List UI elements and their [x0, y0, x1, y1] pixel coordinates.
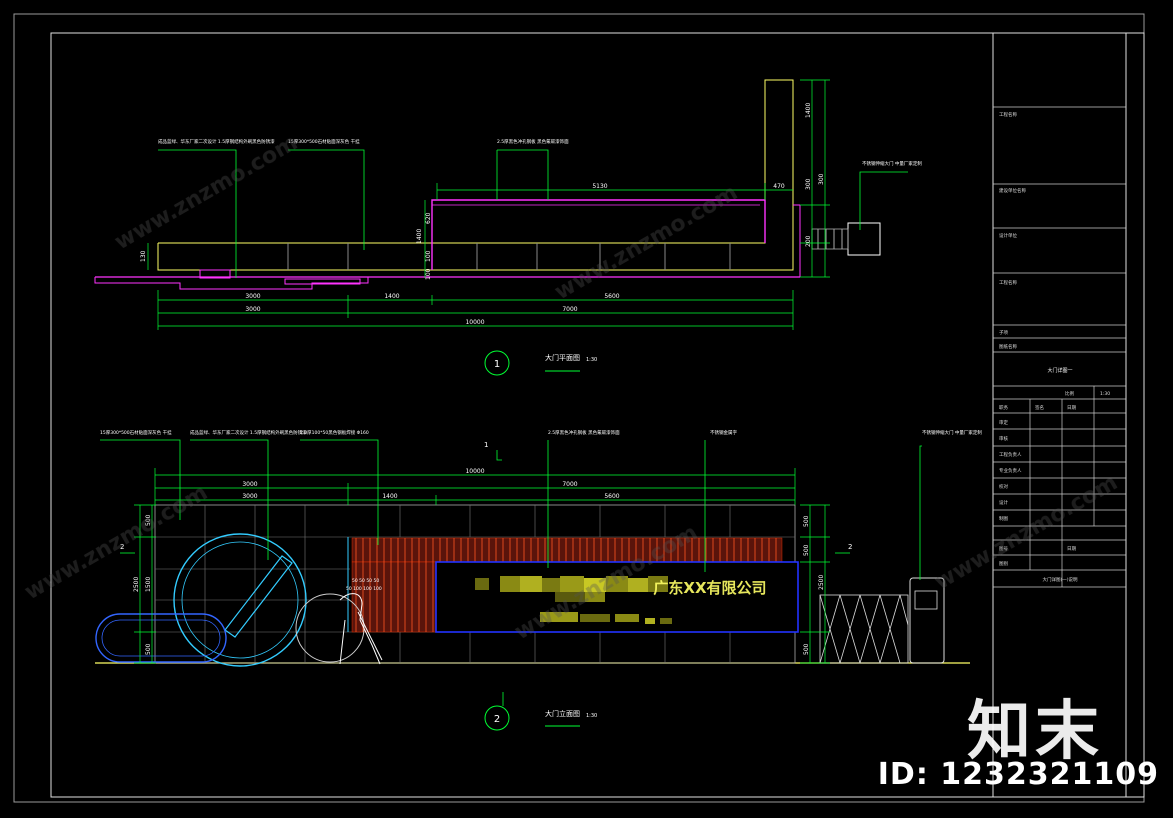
plan-dim-text: 200: [805, 235, 812, 247]
elev-dim-text: 2500: [818, 575, 825, 590]
plan-dim-text: 10000: [465, 319, 484, 326]
plan-gate-post: [847, 222, 881, 256]
tb-meta: 比例: [1065, 390, 1074, 397]
plan-dim-text: 620: [425, 212, 432, 224]
plan-dim-text: 3000: [245, 293, 260, 300]
svg-text:www.znzmo.com: www.znzmo.com: [931, 470, 1122, 595]
tb-sign-row: 审核: [999, 435, 1008, 442]
elev-dims-right: [800, 504, 830, 664]
elev-dim-text: 1500: [145, 577, 152, 592]
elev-dim-text: 500: [803, 544, 810, 556]
plan-dim-text: 1400: [416, 229, 423, 244]
tb-row: 工程名称: [999, 111, 1017, 118]
elev-dim-text: 500: [803, 515, 810, 527]
elev-dim-text: 1400: [382, 493, 397, 500]
plan-dim-text: 100: [425, 268, 432, 280]
plan-leader-right: [859, 171, 908, 230]
plan-number: 1: [494, 359, 500, 370]
tb-meta: 日期: [1067, 546, 1076, 552]
watermark-id: ID: 1232321109: [877, 757, 1159, 792]
elev-title: 大门立面图: [545, 709, 580, 718]
plan-dim-text: 130: [140, 250, 147, 262]
tb-sign-row: 设计: [999, 499, 1008, 506]
plan-dim-text: 100: [425, 250, 432, 262]
elev-label: 不锈钢金属字: [710, 429, 737, 436]
plan-dim-text: 470: [773, 183, 785, 190]
elev-gate: [819, 594, 909, 664]
tb-col: 签名: [1035, 404, 1044, 411]
tb-sign-row: 审定: [999, 419, 1008, 426]
tb-col: 职务: [999, 404, 1008, 411]
tb-sign-row: 校对: [999, 483, 1008, 490]
elev-dim-text: 3000: [242, 481, 257, 488]
tb-meta: 1:30: [1100, 391, 1110, 397]
plan-dim-text: 1400: [805, 103, 812, 118]
plan-leader-wall: [288, 149, 365, 250]
tb-row: 子项: [999, 329, 1008, 336]
elev-number: 2: [494, 714, 500, 725]
plan-gate-rail: [811, 228, 849, 250]
plan-scale: 1:30: [586, 357, 597, 363]
tb-footer: 大门详图(一)说明: [1042, 576, 1078, 583]
tb-col: 日期: [1067, 405, 1076, 411]
elev-dim-text: 500: [803, 643, 810, 655]
plan-label-wall: 15厚300*500石材贴面深灰色 干挂: [288, 138, 360, 145]
tb-drawing-name: 大门详图一: [1047, 367, 1072, 374]
plan-leader-mid: [497, 149, 549, 200]
elevation-view: 广东XX有限公司 10000 3000 7000 3000 1400 5600 …: [95, 429, 982, 731]
elev-side-mark-right: 2: [848, 543, 852, 551]
elev-scale: 1:30: [586, 713, 597, 719]
tb-row: 工程名称: [999, 279, 1017, 286]
elev-dim-text: 7000: [562, 481, 577, 488]
tb-row: 设计单位: [999, 232, 1017, 239]
elev-slat-dims: 50 50 50 50: [352, 578, 379, 584]
elev-dim-text: 10000: [465, 468, 484, 475]
elev-label: 2.0厚100*50黑色钢板焊接 Φ160: [300, 429, 369, 436]
elev-label: 15厚300*500石材贴面深灰色 干挂: [100, 429, 172, 436]
tb-sign-row: 制图: [999, 515, 1008, 522]
elev-section-mark: 1: [484, 441, 488, 449]
tb-row: 图纸名称: [999, 343, 1017, 350]
elev-gate-post-screen: [914, 590, 938, 610]
plan-dim-text: 1400: [384, 293, 399, 300]
tb-row: 建设单位名称: [999, 187, 1026, 194]
svg-text:www.znzmo.com: www.znzmo.com: [111, 130, 302, 255]
elev-capsule: [95, 613, 227, 663]
elev-capsule-inner: [101, 619, 221, 657]
elev-diagonal-bar: [224, 555, 293, 638]
elev-dim-text: 3000: [242, 493, 257, 500]
plan-dim-text: 5130: [592, 183, 607, 190]
plan-dim-text: 300: [818, 173, 825, 185]
elev-dim-text: 2500: [133, 577, 140, 592]
elev-dim-text: 500: [145, 643, 152, 655]
plan-label-left: 成品蓝绿、华东厂家二次设计 1.5厚钢结构外刷黑色防锈漆: [158, 138, 275, 145]
tb-sign-row: 专业负责人: [999, 467, 1022, 474]
tb-sign-row: 工程负责人: [999, 451, 1022, 458]
plan-label-right: 不锈钢伸缩大门 中量厂家定制: [862, 160, 922, 167]
elev-slat-dims2: 50 100 100 100: [346, 586, 382, 592]
plan-dim-text: 7000: [562, 306, 577, 313]
plan-dim-text: 300: [805, 178, 812, 190]
plan-label-mid: 2.5厚黑色冲孔钢板 黑色氟碳漆饰面: [497, 138, 569, 145]
plan-view: 5130 470 620 1400 100 100 130 1400 300 2…: [94, 79, 922, 376]
elev-label: 成品蓝绿、华东厂家二次设计 1.5厚钢结构外刷黑色防锈漆: [190, 429, 307, 436]
elev-label: 不锈钢伸缩大门 中量厂家定制: [922, 429, 982, 436]
elev-dim-text: 5600: [604, 493, 619, 500]
elev-company-sign: 广东XX有限公司: [653, 579, 766, 597]
plan-dim-text: 3000: [245, 306, 260, 313]
elev-label: 2.5厚黑色冲孔钢板 黑色氟碳漆饰面: [548, 429, 620, 436]
plan-dim-text: 5600: [604, 293, 619, 300]
plan-title: 大门平面图: [545, 353, 580, 362]
